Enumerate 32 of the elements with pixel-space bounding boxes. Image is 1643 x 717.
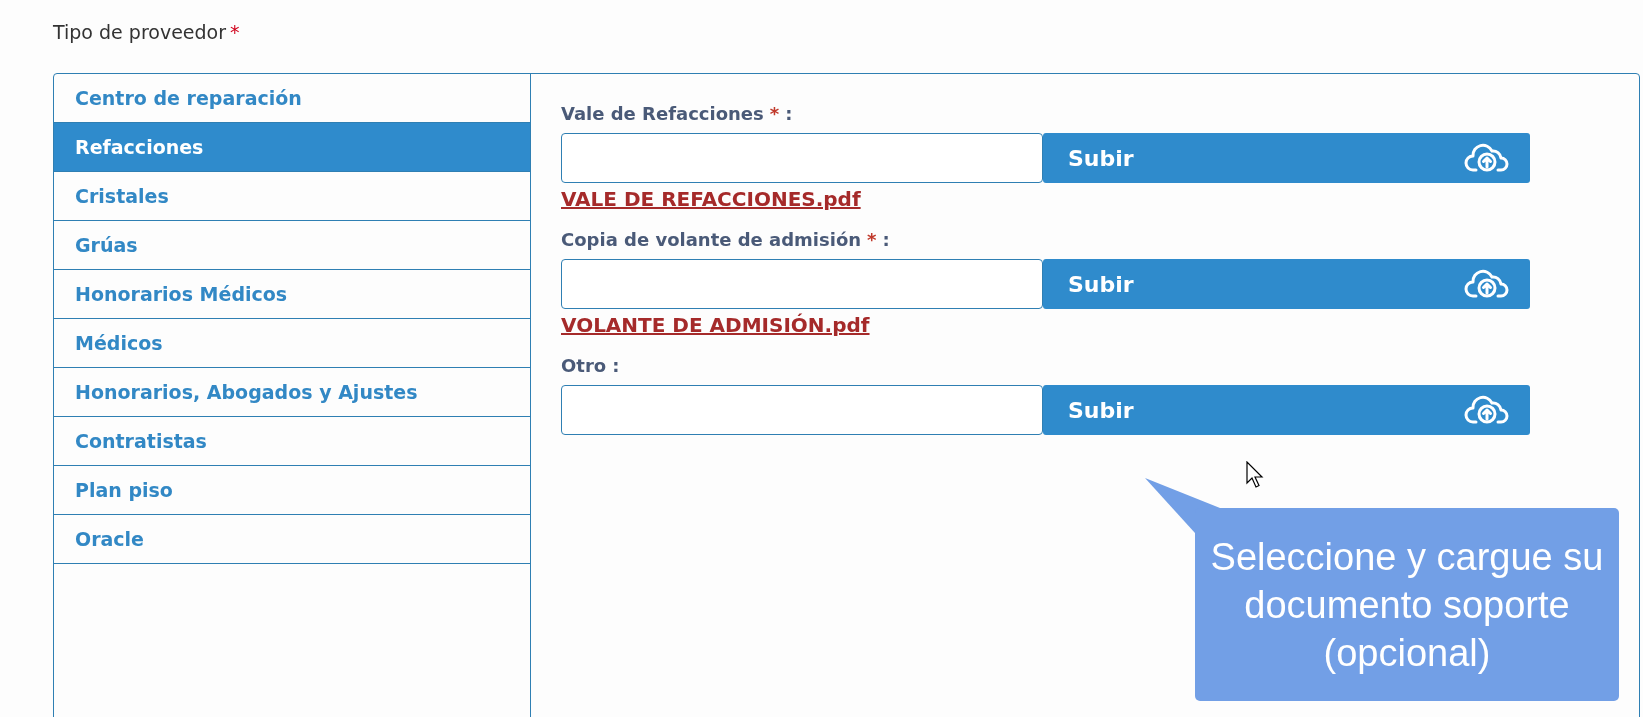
sidebar-item[interactable]: Honorarios, Abogados y Ajustes [54,368,530,417]
field-label: Copia de volante de admisión [561,228,862,252]
field-label: Tipo de proveedor [53,21,226,43]
colon: : [785,102,793,126]
sidebar-item[interactable]: Grúas [54,221,530,270]
upload-button[interactable]: Subir [1043,133,1530,183]
colon: : [882,228,890,252]
file-link[interactable]: VALE DE REFACCIONES.pdf [561,184,861,214]
required-mark: * [769,102,780,126]
cursor-icon [1246,461,1264,488]
upload-button[interactable]: Subir [1043,259,1530,309]
field-label: Otro [561,354,607,378]
sidebar-item[interactable]: Médicos [54,319,530,368]
sidebar-item[interactable]: Cristales [54,172,530,221]
file-field[interactable] [561,259,1043,309]
sidebar-item[interactable]: Contratistas [54,417,530,466]
callout-text: Seleccione y cargue su documento soporte (opcional) [1209,534,1605,676]
file-field[interactable] [561,385,1043,435]
cloud-upload-icon [1464,143,1510,173]
sidebar-item[interactable]: Refacciones [54,123,530,172]
required-mark: * [867,228,877,252]
cloud-upload-icon [1464,395,1510,425]
file-link[interactable]: VOLANTE DE ADMISIÓN.pdf [561,310,870,340]
sidebar-item[interactable]: Honorarios Médicos [54,270,530,319]
sidebar-item[interactable]: Plan piso [54,466,530,515]
file-field[interactable] [561,133,1043,183]
upload-button[interactable]: Subir [1043,385,1530,435]
field-label: Vale de Refacciones [561,102,764,126]
colon: : [612,354,620,378]
required-mark: * [230,21,240,43]
cloud-upload-icon [1464,269,1510,299]
sidebar-item[interactable]: Oracle [54,515,530,564]
